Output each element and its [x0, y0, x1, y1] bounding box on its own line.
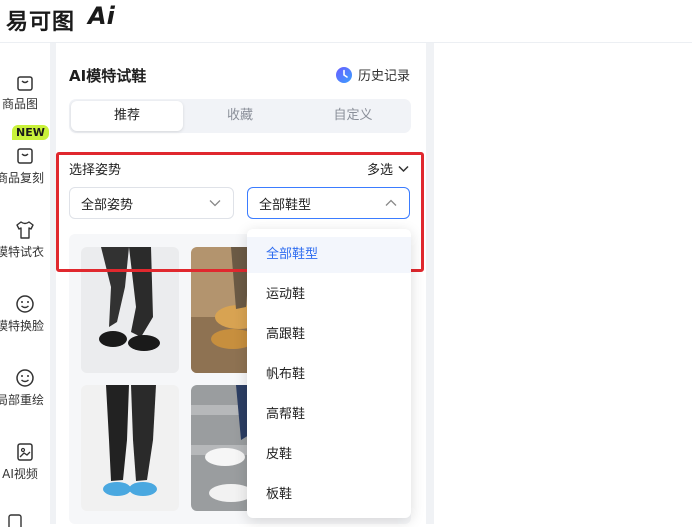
panel-divider — [426, 43, 434, 524]
sidebar-item-product-replicate[interactable]: 商品复刻 — [0, 145, 50, 186]
app-logo[interactable]: 易可图 — [6, 4, 75, 36]
tshirt-icon — [16, 221, 34, 239]
sidebar-item-model-tryon[interactable]: 模特试衣 — [0, 219, 50, 260]
dropdown-option-high-heels[interactable]: 高跟鞋 — [247, 317, 411, 353]
face-repaint-icon — [16, 369, 34, 387]
shoe-type-dropdown: 全部鞋型 运动鞋 高跟鞋 帆布鞋 高帮鞋 皮鞋 板鞋 — [247, 229, 411, 518]
history-button[interactable]: 历史记录 — [335, 65, 410, 84]
left-sidebar: 商品图 NEW 商品复刻 模特试衣 模特换脸 局部重绘 AI视频 — [0, 43, 50, 527]
canvas-area — [434, 43, 692, 524]
sidebar-item-label: 模特试衣 — [0, 245, 44, 259]
top-bar: 易可图 Ai — [0, 0, 692, 43]
copy-bag-icon — [17, 148, 33, 164]
tab-recommended[interactable]: 推荐 — [71, 101, 183, 131]
sidebar-item-label: AI视频 — [2, 467, 38, 481]
pose-thumbnail[interactable] — [81, 385, 179, 511]
sidebar-item-partial-repaint[interactable]: 局部重绘 — [0, 367, 50, 408]
tab-favorites[interactable]: 收藏 — [184, 101, 296, 131]
document-icon[interactable] — [6, 513, 24, 527]
dropdown-option-leather-shoes[interactable]: 皮鞋 — [247, 437, 411, 473]
face-swap-icon — [16, 295, 34, 313]
pose-image — [81, 385, 179, 511]
shopping-bag-icon — [17, 76, 33, 91]
dropdown-option-sneakers[interactable]: 运动鞋 — [247, 277, 411, 313]
sidebar-item-face-swap[interactable]: 模特换脸 — [0, 293, 50, 334]
clock-icon — [335, 66, 352, 83]
new-badge: NEW — [12, 125, 49, 140]
dropdown-option-all[interactable]: 全部鞋型 — [247, 237, 411, 273]
logo-ai-text: Ai — [88, 2, 115, 30]
sidebar-item-ai-video[interactable]: AI视频 — [0, 441, 50, 482]
video-icon — [17, 443, 33, 461]
panel-title: AI模特试鞋 — [69, 67, 147, 85]
app-logo-ai: Ai — [88, 2, 115, 30]
dropdown-option-high-tops[interactable]: 高帮鞋 — [247, 397, 411, 433]
history-label: 历史记录 — [357, 69, 410, 84]
sidebar-item-label: 局部重绘 — [0, 393, 44, 407]
tab-custom[interactable]: 自定义 — [297, 101, 409, 131]
sidebar-item-product-image[interactable]: 商品图 — [0, 71, 50, 112]
dropdown-option-skate-shoes[interactable]: 板鞋 — [247, 477, 411, 513]
sidebar-item-label: 模特换脸 — [0, 319, 44, 333]
sidebar-item-label: 商品复刻 — [0, 171, 44, 185]
sidebar-item-label: 商品图 — [1, 97, 38, 111]
tab-bar: 推荐 收藏 自定义 — [69, 99, 411, 133]
dropdown-option-canvas-shoes[interactable]: 帆布鞋 — [247, 357, 411, 393]
